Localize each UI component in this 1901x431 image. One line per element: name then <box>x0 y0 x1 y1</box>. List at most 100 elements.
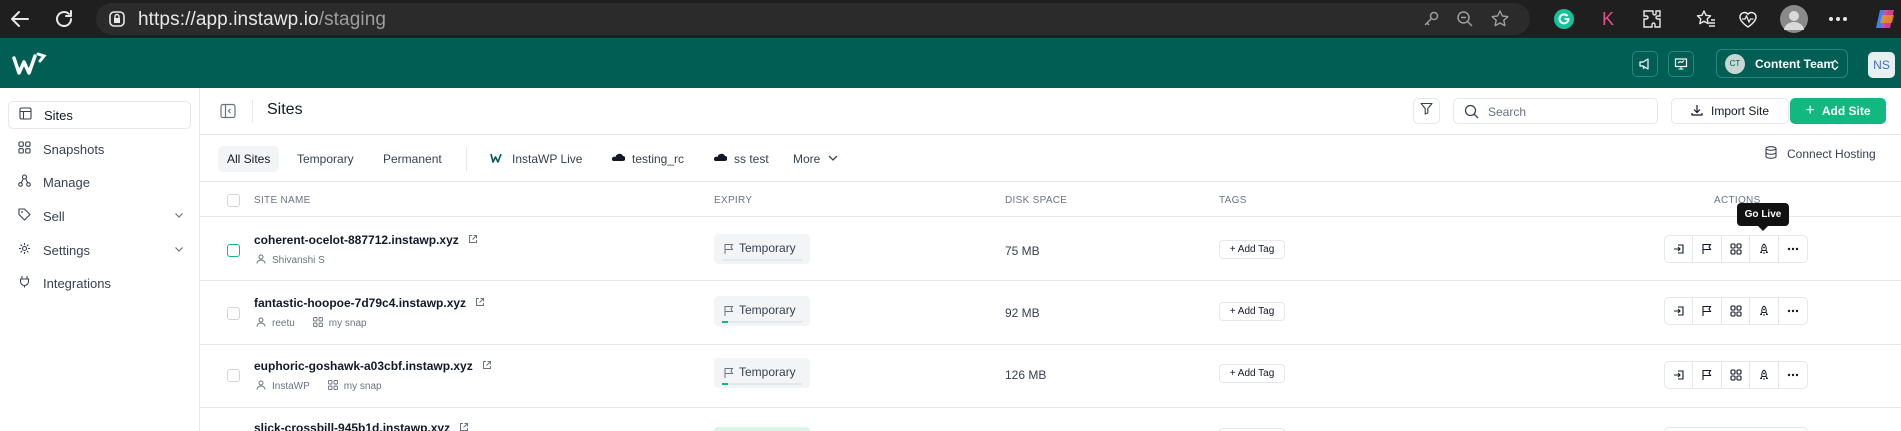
sidebar-toggle-icon[interactable] <box>220 103 236 124</box>
import-site-button[interactable]: Import Site <box>1671 98 1789 124</box>
sidebar-item-label: Sites <box>44 107 73 123</box>
tab-instawp-live[interactable]: InstaWP Live <box>490 146 582 172</box>
row-checkbox[interactable] <box>227 369 240 382</box>
bookmark-star-icon[interactable] <box>1490 9 1510 34</box>
refresh-icon[interactable] <box>52 7 76 31</box>
user-icon <box>256 380 266 393</box>
search-placeholder: Search <box>1488 105 1527 119</box>
filter-button[interactable] <box>1413 98 1440 124</box>
owner-name: InstaWP <box>272 381 310 392</box>
tab-all-sites[interactable]: All Sites <box>218 146 280 172</box>
back-arrow-icon[interactable] <box>8 7 32 31</box>
expiry-badge[interactable]: Temporary <box>714 296 810 326</box>
disk-space-value: 126 MB <box>1005 368 1047 382</box>
column-disk-space[interactable]: DISK SPACE <box>1005 195 1067 206</box>
site-name-link[interactable]: euphoric-goshawk-a03cbf.instawp.xyz <box>254 359 492 373</box>
tab-permanent[interactable]: Permanent <box>383 146 442 172</box>
rocket-go-live-icon[interactable] <box>1750 236 1779 262</box>
column-expiry[interactable]: EXPIRY <box>714 195 752 206</box>
external-link-icon[interactable] <box>459 421 469 431</box>
sidebar-item-snapshots[interactable]: Snapshots <box>8 135 191 163</box>
more-menu-icon[interactable] <box>1826 7 1850 31</box>
copilot-icon[interactable] <box>1874 7 1898 31</box>
plug-icon <box>18 275 31 291</box>
announcements-icon[interactable] <box>1632 51 1658 77</box>
row-actions <box>1664 361 1808 389</box>
site-name-link[interactable]: coherent-ocelot-887712.instawp.xyz <box>254 233 478 247</box>
sidebar-item-sites[interactable]: Sites <box>8 101 191 129</box>
tab-more[interactable]: More <box>793 146 839 172</box>
sidebar-item-manage[interactable]: Manage <box>8 168 191 196</box>
sidebar-item-settings[interactable]: Settings <box>8 236 191 264</box>
login-icon[interactable] <box>1665 298 1694 324</box>
expiry-badge[interactable]: Temporary <box>714 358 810 388</box>
presentation-icon[interactable] <box>1668 51 1694 77</box>
row-actions[interactable] <box>1664 427 1808 431</box>
health-heart-icon[interactable] <box>1736 7 1760 31</box>
more-options-icon[interactable] <box>1779 362 1807 388</box>
add-tag-button[interactable]: + Add Tag <box>1219 240 1285 259</box>
expiry-badge[interactable] <box>714 427 810 431</box>
flag-icon[interactable] <box>1693 362 1722 388</box>
column-site-name[interactable]: SITE NAME <box>254 195 311 206</box>
go-live-tooltip: Go Live <box>1737 203 1789 226</box>
sidebar-item-label: Sell <box>43 208 65 224</box>
connect-hosting-label: Connect Hosting <box>1787 147 1876 161</box>
rocket-go-live-icon[interactable] <box>1750 362 1779 388</box>
tab-temporary[interactable]: Temporary <box>297 146 354 172</box>
site-owner: reetu my snap <box>256 317 367 330</box>
snapshot-name: my snap <box>328 318 367 329</box>
connect-hosting-button[interactable]: Connect Hosting <box>1765 146 1876 162</box>
site-name-link[interactable]: slick-crossbill-945b1d.instawp.xyz <box>254 421 469 431</box>
select-all-checkbox[interactable] <box>227 194 240 207</box>
add-tag-button[interactable]: + Add Tag <box>1219 364 1285 383</box>
table-row <box>200 218 1901 281</box>
flag-icon <box>723 366 735 384</box>
snapshot-name: my snap <box>343 381 382 392</box>
search-input[interactable]: Search <box>1453 98 1658 124</box>
more-options-icon[interactable] <box>1779 298 1807 324</box>
sidebar-item-sell[interactable]: Sell <box>8 202 191 230</box>
grid-icon[interactable] <box>1722 236 1751 262</box>
external-link-icon[interactable] <box>468 233 478 247</box>
tab-label: More <box>793 152 821 166</box>
k-extension-icon[interactable]: K <box>1596 7 1620 31</box>
grammarly-icon[interactable] <box>1552 7 1576 31</box>
zoom-icon[interactable] <box>1456 10 1474 33</box>
tab-label: ss test <box>734 152 769 166</box>
team-name: Content Team <box>1755 56 1835 71</box>
address-bar[interactable]: https://app.instawp.io/staging <box>96 3 1530 35</box>
external-link-icon[interactable] <box>475 296 485 310</box>
login-icon[interactable] <box>1665 236 1694 262</box>
flag-icon[interactable] <box>1693 236 1722 262</box>
table-row <box>200 282 1901 345</box>
instawp-logo[interactable] <box>12 52 48 81</box>
app-header <box>0 38 1901 88</box>
grid-icon[interactable] <box>1722 298 1751 324</box>
external-link-icon[interactable] <box>482 359 492 373</box>
flag-icon[interactable] <box>1693 298 1722 324</box>
add-tag-button[interactable]: + Add Tag <box>1219 302 1285 321</box>
login-icon[interactable] <box>1665 362 1694 388</box>
site-info-icon[interactable] <box>108 10 126 33</box>
user-avatar[interactable]: NS <box>1868 52 1895 78</box>
site-name-link[interactable]: fantastic-hoopoe-7d79c4.instawp.xyz <box>254 296 485 310</box>
row-checkbox[interactable] <box>227 307 240 320</box>
team-switcher[interactable]: CT Content Team <box>1716 49 1848 78</box>
grid-icon[interactable] <box>1722 362 1751 388</box>
add-site-button[interactable]: + Add Site <box>1790 98 1886 124</box>
key-icon[interactable] <box>1422 10 1440 33</box>
extensions-puzzle-icon[interactable] <box>1640 7 1664 31</box>
tooltip-arrow <box>1758 226 1768 231</box>
row-checkbox[interactable] <box>227 244 240 257</box>
tab-testing-rc[interactable]: testing_rc <box>611 146 684 172</box>
expiry-badge[interactable]: Temporary <box>714 234 810 264</box>
tab-ss-test[interactable]: ss test <box>713 146 769 172</box>
profile-avatar[interactable] <box>1780 5 1808 33</box>
sidebar-item-label: Manage <box>43 174 90 190</box>
sidebar-item-integrations[interactable]: Integrations <box>8 269 191 297</box>
rocket-go-live-icon[interactable] <box>1750 298 1779 324</box>
sidebar-item-label: Snapshots <box>43 141 105 157</box>
more-options-icon[interactable] <box>1779 236 1807 262</box>
favorites-icon[interactable] <box>1694 7 1718 31</box>
